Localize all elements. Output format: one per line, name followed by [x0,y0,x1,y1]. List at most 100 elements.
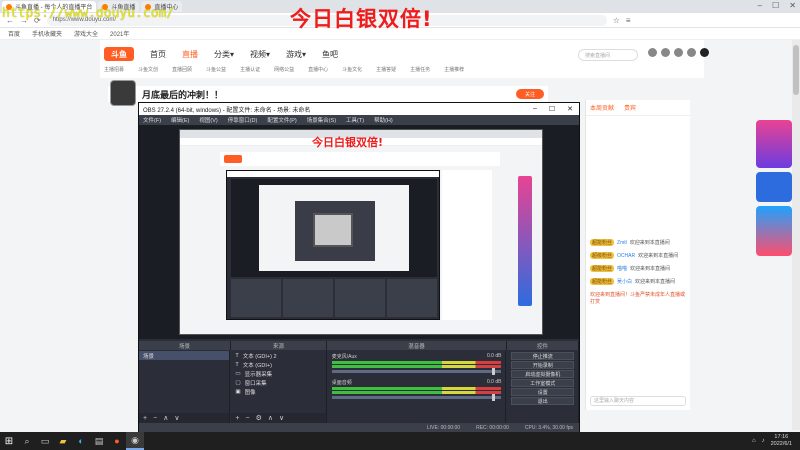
obs-preview[interactable]: 今日白银双倍! [139,125,579,339]
move-up-icon[interactable]: ∧ [163,414,168,422]
page-scrollbar[interactable] [792,40,800,430]
subnav-item[interactable]: 主播推荐 [444,66,464,73]
obs-icon[interactable]: ◉ [126,432,144,450]
bookmark-item[interactable]: 游戏大全 [74,29,98,38]
tab-vip[interactable]: 贵宾 [624,103,636,112]
windows-taskbar: ⊞ ⌕ ▭ ▰ ◐ ▤ ● ◉ ⌂ ♪ 17:16 2022/6/1 [0,432,800,450]
settings-icon[interactable]: ⚙ [256,414,262,422]
volume-slider[interactable] [331,368,502,375]
nav-game[interactable]: 游戏▾ [286,49,306,60]
subnav-item[interactable]: 直播中心 [308,66,328,73]
preview-overlay-title: 今日白银双倍! [312,136,384,149]
menu-edit[interactable]: 编辑(E) [171,116,189,124]
remove-icon[interactable]: − [245,415,249,422]
minimize-icon[interactable]: – [758,1,762,10]
cpu-status: CPU: 3.4%, 30.00 fps [524,425,573,431]
menu-tools[interactable]: 工具(T) [346,116,364,124]
scrollbar-thumb[interactable] [793,45,799,95]
chat-input[interactable]: 这里输入聊天内容 [590,396,686,406]
menu-icon[interactable]: ≡ [626,16,631,25]
move-up-icon[interactable]: ∧ [268,414,273,422]
tab-contribution[interactable]: 本周贡献 [590,103,614,112]
add-icon[interactable]: + [235,415,239,422]
subnav-item[interactable]: 斗鱼公益 [206,66,226,73]
scene-item[interactable]: 场景 [139,351,230,360]
source-item[interactable]: ▢ 窗口采集 [231,378,325,387]
task-view-icon[interactable]: ▭ [36,432,54,450]
promo-banner[interactable] [756,172,792,202]
close-icon[interactable]: ✕ [789,1,796,10]
add-icon[interactable]: + [143,415,147,422]
move-down-icon[interactable]: ∨ [174,414,179,422]
volume-slider[interactable] [331,394,502,401]
search-icon[interactable]: ⌕ [18,432,36,450]
menu-help[interactable]: 帮助(H) [374,116,393,124]
nav-video[interactable]: 视频▾ [250,49,270,60]
edge-icon[interactable]: ◐ [72,432,90,450]
subnav-item[interactable]: 斗鱼文创 [138,66,158,73]
site-search-input[interactable]: 搜索直播间 [578,49,638,61]
bookmark-item[interactable]: 2021年 [110,29,129,38]
subnav-item[interactable]: 主播招募 [104,66,124,73]
menu-docks[interactable]: 停靠窗口(D) [228,116,258,124]
network-icon[interactable]: ⌂ [752,438,756,444]
mixer-dock: 麦克风/Aux 0.0 dB 桌面音频 0.0 dB [327,351,507,423]
store-icon[interactable]: ▤ [90,432,108,450]
chat-panel: 本周贡献 贵宾 超能粉丝 Zmtl 欢迎来到本直播间 超级粉丝 OCHAR 欢迎… [585,100,690,410]
menu-view[interactable]: 视图(V) [199,116,217,124]
dock-title-sources: 来源 [231,341,327,350]
menu-scene-collection[interactable]: 场景集合(S) [307,116,336,124]
site-header: 斗鱼 首页 直播 分类▾ 视频▾ 游戏▾ 鱼吧 搜索直播间 主播招募 斗鱼文创 … [100,40,709,78]
clock[interactable]: 17:16 2022/6/1 [771,434,792,448]
download-icon[interactable] [687,48,696,57]
remove-icon[interactable]: − [153,415,157,422]
maximize-icon[interactable]: ☐ [549,105,555,113]
chat-message: 超级粉丝 OCHAR 欢迎来到本直播间 [590,252,679,259]
windows-start-icon[interactable]: ⊞ [0,432,18,450]
overlay-url-text: https://www.douyu.com/ [2,6,175,21]
site-subnav: 主播招募 斗鱼文创 直播回顾 斗鱼公益 主播认证 网络公益 直播中心 斗鱼文化 … [100,66,464,73]
subnav-item[interactable]: 主播认证 [240,66,260,73]
star-icon[interactable]: ☆ [613,16,620,25]
studio-mode-button[interactable]: 工作室模式 [511,379,574,387]
promo-banner[interactable] [756,206,792,256]
bookmark-item[interactable]: 手机收藏夹 [32,29,62,38]
preview-browser-capture: 今日白银双倍! [179,129,543,335]
minimize-icon[interactable]: – [533,105,537,113]
source-item[interactable]: ▣ 图像 [231,387,325,396]
history-icon[interactable] [648,48,657,57]
source-item[interactable]: T 文本 (GDI+) 2 [231,351,325,360]
stop-streaming-button[interactable]: 停止推流 [511,352,574,360]
subnav-item[interactable]: 主播答疑 [376,66,396,73]
explorer-icon[interactable]: ▰ [54,432,72,450]
menu-profile[interactable]: 配置文件(P) [267,116,296,124]
start-recording-button[interactable]: 开始录制 [511,361,574,369]
source-item[interactable]: ▭ 显示器采集 [231,369,325,378]
subnav-item[interactable]: 网络公益 [274,66,294,73]
close-icon[interactable]: ✕ [567,105,573,113]
nav-category[interactable]: 分类▾ [214,49,234,60]
streamer-avatar[interactable] [110,80,136,106]
follow-button[interactable]: 关注 [516,89,544,99]
subnav-item[interactable]: 斗鱼文化 [342,66,362,73]
nav-live[interactable]: 直播 [182,49,198,60]
subnav-item[interactable]: 主播任务 [410,66,430,73]
virtual-camera-button[interactable]: 启动虚拟摄像机 [511,370,574,378]
settings-button[interactable]: 设置 [511,388,574,396]
follow-icon[interactable] [661,48,670,57]
browser-icon[interactable]: ● [108,432,126,450]
user-avatar-icon[interactable] [700,48,709,57]
menu-file[interactable]: 文件(F) [143,116,161,124]
subnav-item[interactable]: 直播回顾 [172,66,192,73]
maximize-icon[interactable]: ☐ [772,1,779,10]
douyu-logo[interactable]: 斗鱼 [104,47,134,61]
nav-yuba[interactable]: 鱼吧 [322,49,338,60]
exit-button[interactable]: 退出 [511,397,574,405]
promo-banner[interactable] [756,120,792,168]
move-down-icon[interactable]: ∨ [279,414,284,422]
bookmark-item[interactable]: 百度 [8,29,20,38]
message-icon[interactable] [674,48,683,57]
volume-icon[interactable]: ♪ [762,438,765,444]
nav-home[interactable]: 首页 [150,49,166,60]
source-item[interactable]: T 文本 (GDI+) [231,360,325,369]
